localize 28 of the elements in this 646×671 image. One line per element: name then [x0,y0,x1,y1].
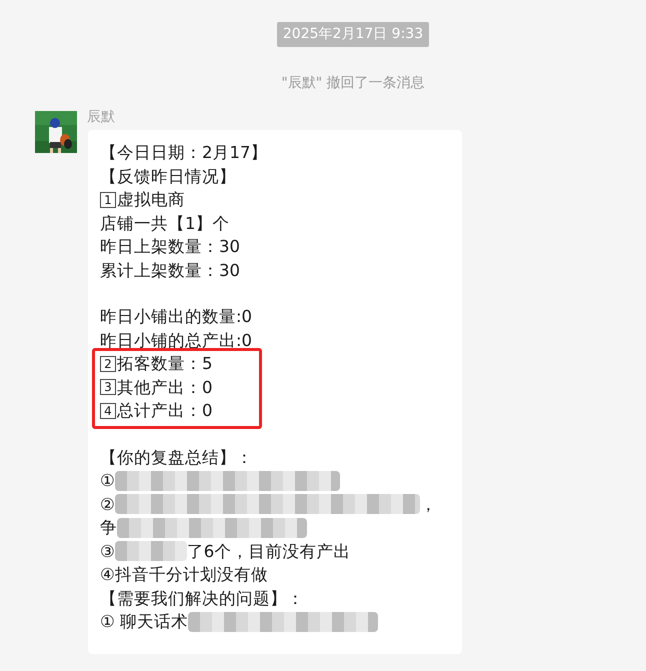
message-line: ④抖音千分计划没有做 [100,564,269,586]
message-line: 虚拟电商 [117,189,185,211]
number-key: 4 [100,402,116,419]
message-text: ， [420,494,437,516]
system-notice: "辰默" 撤回了一条消息 [281,74,425,93]
message-text: ② [100,494,115,516]
number-key: 1 [100,192,116,208]
message-line: 【需要我们解决的问题】： [100,588,305,610]
message-line: 【今日日期：2月17】 [100,142,268,164]
timestamp: 2025年2月17日 9:33 [276,22,430,47]
message-line: 昨日小铺的总产出:0 [100,330,254,352]
message-line: 昨日小铺出的数量:0 [100,306,254,328]
message-text: 争 [100,517,117,539]
message-text: ① [100,470,115,492]
message-text: 了6个，目前没有产出 [186,540,350,562]
message-line: 其他产出：0 [117,376,212,398]
message-line: 累计上架数量：30 [100,260,241,282]
message-line: 拓客数量：5 [117,353,212,375]
message-line: 【反馈昨日情况】 [100,166,237,188]
message-line: 店铺一共【1】个 [100,212,230,234]
number-key: 2 [100,356,116,372]
message-line: 总计产出：0 [117,400,212,422]
message-line: 昨日上架数量：30 [100,236,241,258]
number-key: 3 [100,379,116,396]
message-text: ③ [100,540,115,562]
sender-name: 辰默 [87,108,116,127]
message-text: ① 聊天话术 [100,611,188,633]
message-line: 【你的复盘总结】： [100,446,254,468]
